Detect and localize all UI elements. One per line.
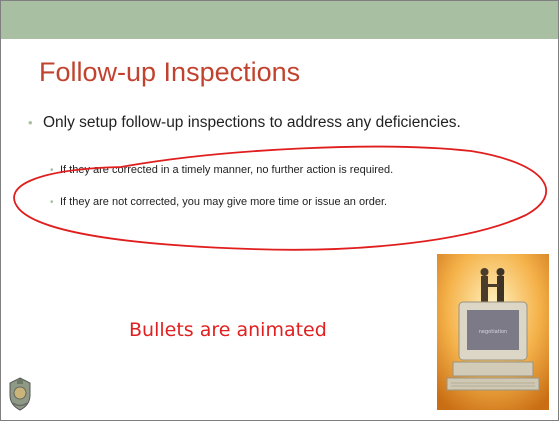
negotiation-computer-image: negotiation	[437, 254, 549, 410]
sub-bullet-item: • If they are corrected in a timely mann…	[50, 164, 526, 177]
bullet-marker-icon: •	[28, 115, 33, 130]
crest-logo-icon	[9, 377, 31, 411]
slide: Follow-up Inspections • Only setup follo…	[0, 0, 559, 421]
sub-bullet-item: • If they are not corrected, you may giv…	[50, 196, 526, 209]
sub-bullet-marker-icon: •	[50, 165, 54, 176]
annotation-note: Bullets are animated	[129, 319, 327, 341]
slide-top-band	[1, 1, 558, 39]
sub-bullet-text: If they are corrected in a timely manner…	[60, 164, 394, 176]
photo-screen-text: negotiation	[479, 329, 507, 335]
sub-bullet-text: If they are not corrected, you may give …	[60, 196, 388, 208]
slide-title: Follow-up Inspections	[39, 57, 301, 87]
bullet-text: Only setup follow-up inspections to addr…	[43, 114, 461, 131]
sub-bullet-marker-icon: •	[50, 197, 54, 208]
bullet-item: • Only setup follow-up inspections to ad…	[28, 113, 509, 132]
